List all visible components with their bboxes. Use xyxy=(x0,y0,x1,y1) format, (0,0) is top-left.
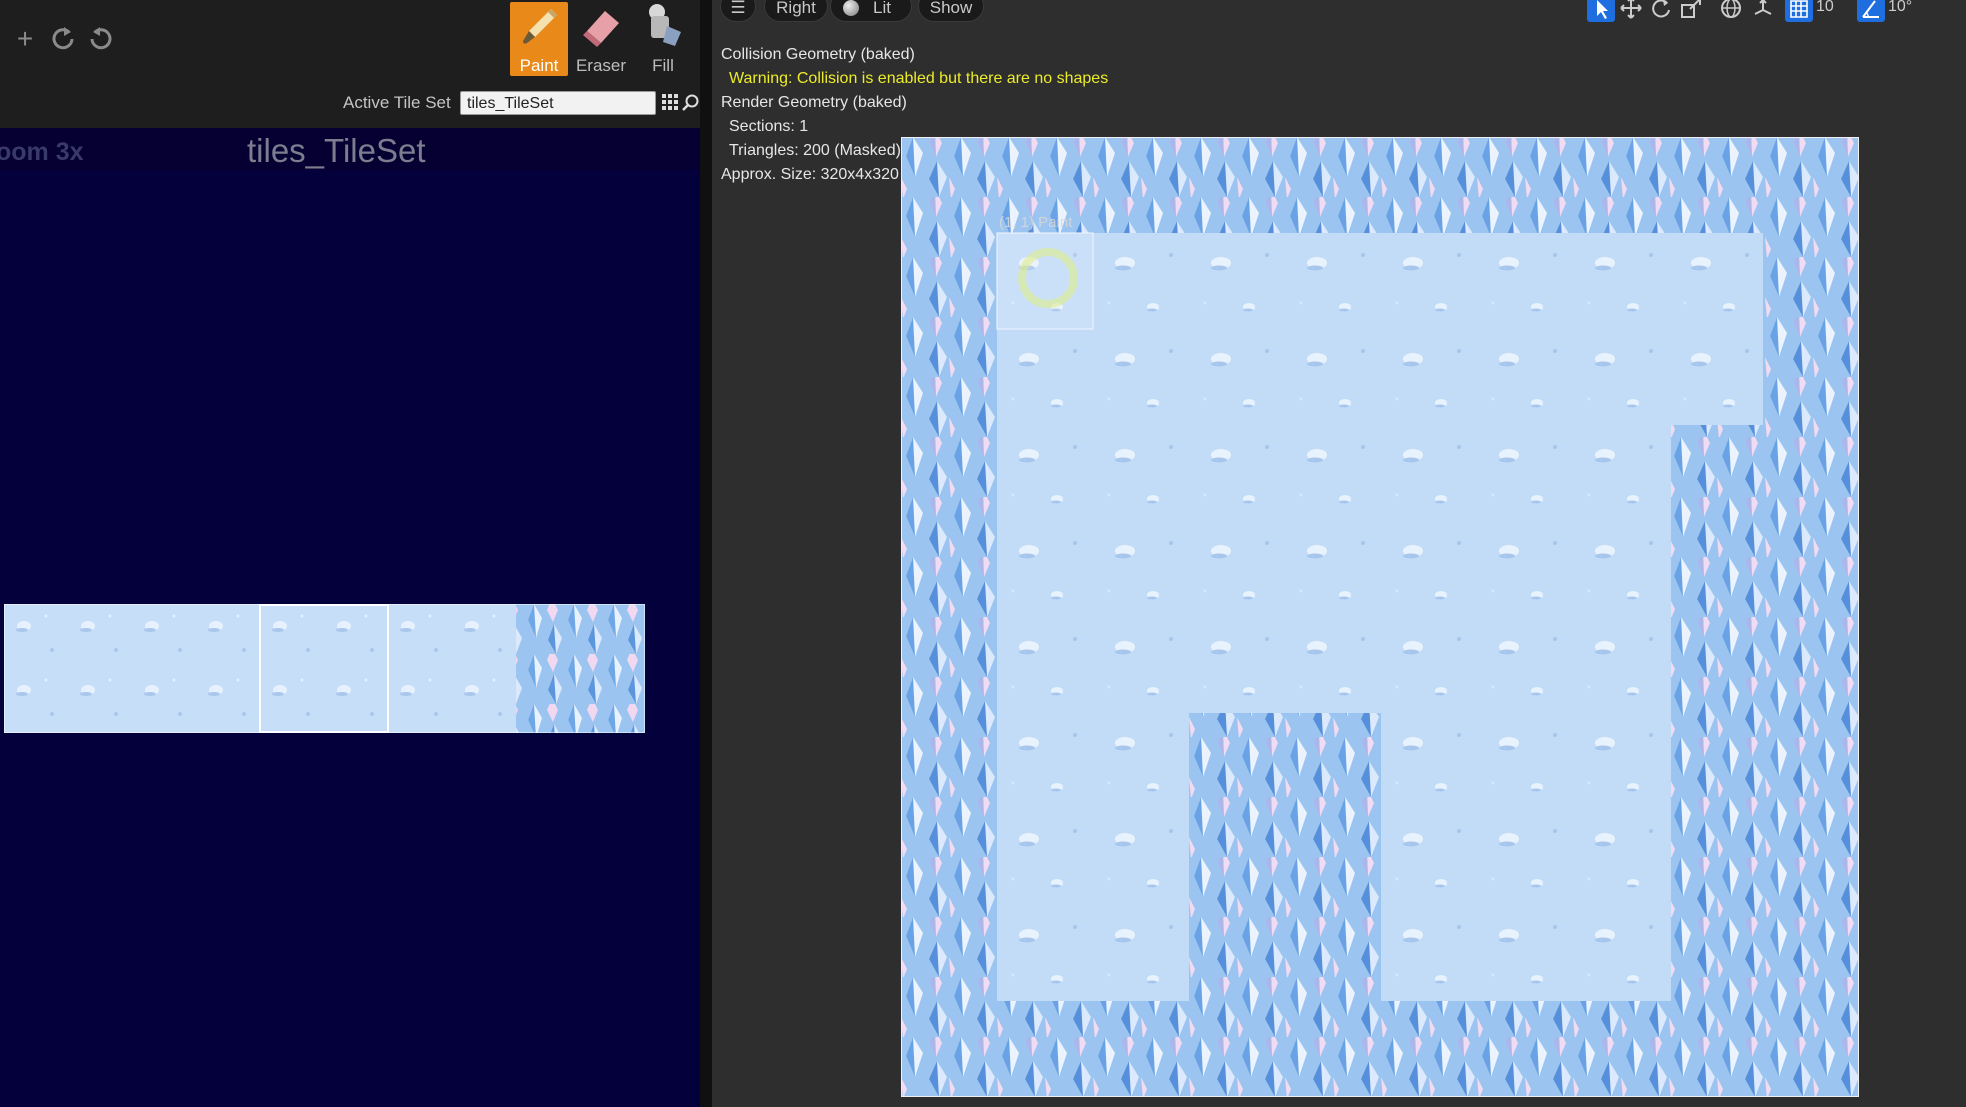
world-space-icon[interactable] xyxy=(1719,0,1743,20)
transform-toolbar: 10 10° xyxy=(1587,0,1957,24)
panel-splitter[interactable] xyxy=(700,0,712,1107)
tile-map-editor-panel: + Paint Eraser Fill Active Tile Set tile… xyxy=(0,0,700,1107)
tile-tools-toolbar: + Paint Eraser Fill Active Tile Set tile… xyxy=(0,0,700,128)
wall-pillar xyxy=(1189,713,1381,1013)
approx-size-text: Approx. Size: 320x4x320 xyxy=(721,166,899,183)
wall-right-inner xyxy=(1671,425,1767,1025)
scale-icon[interactable] xyxy=(1679,0,1703,20)
render-geometry-text: Render Geometry (baked) xyxy=(721,94,907,111)
lit-sphere-icon xyxy=(843,0,859,16)
surface-snap-icon[interactable] xyxy=(1751,0,1775,20)
eraser-tool-label: Eraser xyxy=(575,56,627,75)
angle-snap-icon xyxy=(1862,0,1879,18)
sections-text: Sections: 1 xyxy=(729,118,809,135)
cursor-arrow-icon xyxy=(1597,0,1608,19)
active-tileset-label: Active Tile Set xyxy=(343,93,451,112)
cursor-paint-label: (1, 1) Paint xyxy=(999,214,1073,231)
show-menu-button[interactable]: Show xyxy=(918,0,984,22)
active-tileset-field[interactable]: tiles_TileSet xyxy=(460,91,656,115)
wall-right xyxy=(1763,137,1859,1097)
triangles-text: Triangles: 200 (Masked) xyxy=(729,142,901,159)
tileset-tile-strip[interactable] xyxy=(4,604,645,733)
eraser-icon xyxy=(583,11,619,47)
paint-bucket-icon xyxy=(649,4,681,46)
cursor-tile-highlight xyxy=(996,232,1094,330)
lighting-mode-button[interactable]: Lit xyxy=(830,0,912,22)
tile-crystal xyxy=(516,604,645,733)
grid-snap-toggle[interactable] xyxy=(1785,0,1813,22)
angle-snap-toggle[interactable] xyxy=(1857,0,1885,22)
rotate-cw-icon[interactable] xyxy=(86,24,116,54)
eraser-tool-button[interactable]: Eraser xyxy=(572,2,630,76)
add-icon[interactable]: + xyxy=(10,24,40,54)
angle-snap-value[interactable]: 10° xyxy=(1888,0,1912,16)
zoom-level-label: oom 3x xyxy=(0,138,84,166)
tileset-title: tiles_TileSet xyxy=(247,132,426,169)
collision-warning-text: Warning: Collision is enabled but there … xyxy=(729,70,1109,87)
tileset-viewport[interactable]: oom 3x tiles_TileSet xyxy=(0,128,700,1107)
grid-browse-icon[interactable] xyxy=(662,94,678,110)
search-icon[interactable] xyxy=(682,94,699,111)
rotate-ccw-icon[interactable] xyxy=(48,24,78,54)
grid-snap-icon xyxy=(1790,0,1808,18)
collision-geometry-text: Collision Geometry (baked) xyxy=(721,46,915,63)
grid-snap-value[interactable]: 10 xyxy=(1816,0,1834,16)
view-mode-button[interactable]: Right xyxy=(764,0,828,22)
paint-tool-label: Paint xyxy=(519,56,559,75)
viewport-menu-button[interactable]: ☰ xyxy=(720,0,756,22)
tile-map-canvas[interactable] xyxy=(901,137,1859,1097)
paint-tool-button[interactable]: Paint xyxy=(510,2,568,76)
rotate-icon[interactable] xyxy=(1649,0,1673,20)
fill-tool-button[interactable]: Fill xyxy=(634,2,692,76)
tileset-view-header: oom 3x tiles_TileSet xyxy=(0,128,700,170)
wall-left xyxy=(901,137,997,1097)
paintbrush-icon xyxy=(523,9,557,44)
lighting-mode-label: Lit xyxy=(873,0,891,17)
fill-tool-label: Fill xyxy=(652,56,674,75)
move-icon[interactable] xyxy=(1619,0,1643,20)
select-mode-button[interactable] xyxy=(1587,0,1615,22)
level-viewport[interactable]: ☰ Right Lit Show 10 10° Collision Geomet… xyxy=(712,0,1966,1107)
